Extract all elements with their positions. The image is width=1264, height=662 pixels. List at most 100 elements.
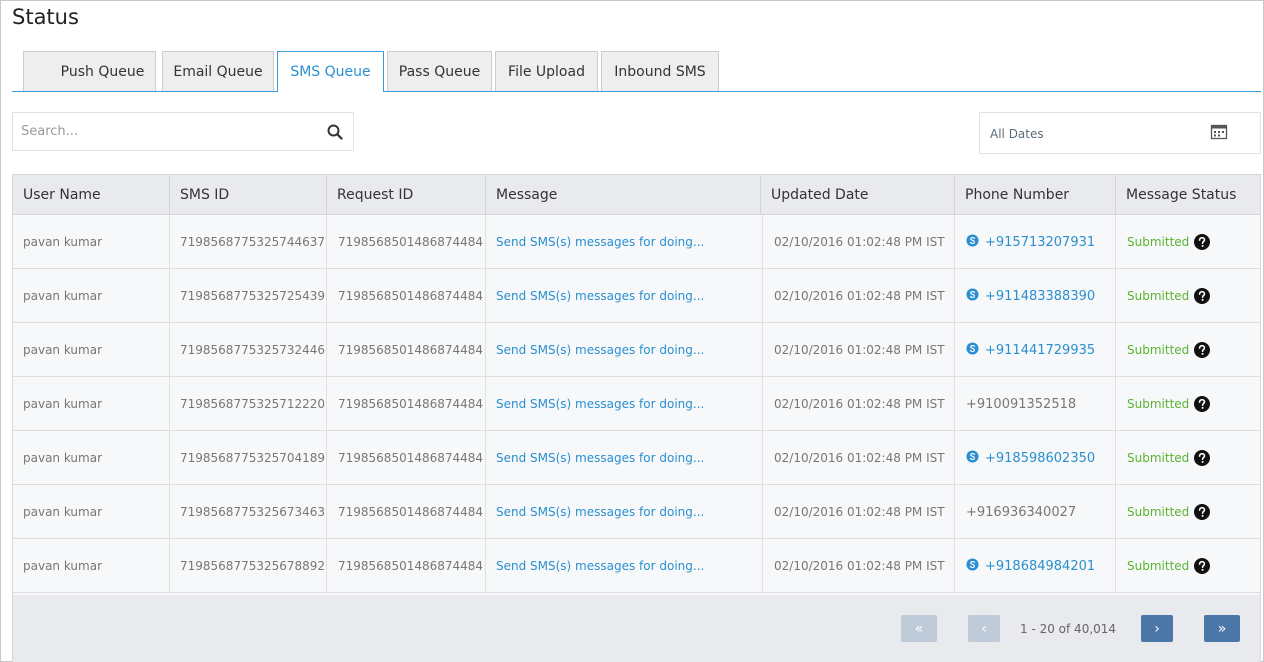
page-title: Status <box>12 5 79 29</box>
cell-message-link[interactable]: Send SMS(s) messages for doing... <box>486 269 763 323</box>
help-icon[interactable] <box>1194 558 1210 574</box>
column-header-updated-date[interactable]: Updated Date <box>761 175 955 215</box>
cell-message-link[interactable]: Send SMS(s) messages for doing... <box>486 431 763 485</box>
cell-updated-date: 02/10/2016 01:02:48 PM IST <box>763 539 955 593</box>
cell-updated-date: 02/10/2016 01:02:48 PM IST <box>763 485 955 539</box>
cell-message-link[interactable]: Send SMS(s) messages for doing... <box>486 485 763 539</box>
sms-queue-table: User Name SMS ID Request ID Message Upda… <box>12 174 1261 662</box>
cell-user-name: pavan kumar <box>13 431 170 485</box>
table-row[interactable]: pavan kumar 7198568775325725439 71985685… <box>13 269 1260 323</box>
table-body: pavan kumar 7198568775325744637 71985685… <box>13 215 1260 595</box>
cell-sms-id: 7198568775325732446 <box>170 323 327 377</box>
help-icon[interactable] <box>1194 450 1210 466</box>
first-page-button[interactable]: « <box>901 615 937 642</box>
cell-user-name: pavan kumar <box>13 215 170 269</box>
cell-message-link[interactable]: Send SMS(s) messages for doing... <box>486 323 763 377</box>
cell-sms-id: 7198568775325712220 <box>170 377 327 431</box>
cell-updated-date: 02/10/2016 01:02:48 PM IST <box>763 323 955 377</box>
table-row[interactable]: pavan kumar 7198568775325732446 71985685… <box>13 323 1260 377</box>
skype-call-icon[interactable] <box>966 234 979 247</box>
cell-request-id: 7198568501486874484 <box>327 323 486 377</box>
cell-sms-id: 7198568775325725439 <box>170 269 327 323</box>
column-header-phone-number[interactable]: Phone Number <box>955 175 1116 215</box>
table-row[interactable]: pavan kumar 7198568775325744637 71985685… <box>13 215 1260 269</box>
phone-number-link[interactable]: +915713207931 <box>985 235 1095 250</box>
tab-pass-queue[interactable]: Pass Queue <box>387 51 492 91</box>
cell-sms-id: 7198568775325704189 <box>170 431 327 485</box>
table-row[interactable]: pavan kumar 7198568775325704189 71985685… <box>13 431 1260 485</box>
help-icon[interactable] <box>1194 234 1210 250</box>
column-header-request-id[interactable]: Request ID <box>327 175 486 215</box>
tab-email-queue[interactable]: Email Queue <box>162 51 274 91</box>
status-badge: Submitted <box>1127 235 1190 249</box>
cell-updated-date: 02/10/2016 01:02:48 PM IST <box>763 431 955 485</box>
cell-user-name: pavan kumar <box>13 539 170 593</box>
app-window: Status Push Queue Email Queue SMS Queue … <box>0 0 1264 662</box>
date-filter-label: All Dates <box>990 127 1044 141</box>
status-badge: Submitted <box>1127 559 1190 573</box>
tab-label: File Upload <box>508 63 585 80</box>
cell-request-id: 7198568501486874484 <box>327 539 486 593</box>
search-box <box>12 112 354 151</box>
status-badge: Submitted <box>1127 451 1190 465</box>
help-icon[interactable] <box>1194 288 1210 304</box>
tab-sms-queue[interactable]: SMS Queue <box>277 51 384 92</box>
column-header-user-name[interactable]: User Name <box>13 175 170 215</box>
skype-call-icon[interactable] <box>966 288 979 301</box>
cell-message-link[interactable]: Send SMS(s) messages for doing... <box>486 539 763 593</box>
cell-phone-number[interactable]: +918598602350 <box>955 431 1116 485</box>
tab-inbound-sms[interactable]: Inbound SMS <box>601 51 719 91</box>
calendar-icon[interactable] <box>1210 123 1228 141</box>
tab-label: Email Queue <box>173 63 263 80</box>
queue-tabs: Push Queue Email Queue SMS Queue Pass Qu… <box>12 51 1261 92</box>
cell-message-status: Submitted <box>1116 269 1260 323</box>
tab-file-upload[interactable]: File Upload <box>495 51 598 91</box>
column-header-sms-id[interactable]: SMS ID <box>170 175 327 215</box>
cell-message-status: Submitted <box>1116 431 1260 485</box>
phone-number-text: +910091352518 <box>966 397 1077 412</box>
search-icon[interactable] <box>327 124 343 140</box>
cell-message-link[interactable]: Send SMS(s) messages for doing... <box>486 377 763 431</box>
table-row[interactable]: pavan kumar 7198568775325712220 71985685… <box>13 377 1260 431</box>
help-icon[interactable] <box>1194 342 1210 358</box>
next-page-button[interactable]: › <box>1141 615 1173 642</box>
cell-phone-number[interactable]: +911483388390 <box>955 269 1116 323</box>
phone-number-link[interactable]: +911441729935 <box>985 343 1095 358</box>
tab-label: Push Queue <box>60 63 145 80</box>
cell-phone-number[interactable]: +915713207931 <box>955 215 1116 269</box>
search-input[interactable] <box>13 113 313 150</box>
phone-number-link[interactable]: +918598602350 <box>985 451 1095 466</box>
last-page-button[interactable]: » <box>1204 615 1240 642</box>
phone-number-text: +916936340027 <box>966 505 1077 520</box>
tab-label: Inbound SMS <box>614 63 706 80</box>
cell-request-id: 7198568501486874484 <box>327 215 486 269</box>
skype-call-icon[interactable] <box>966 558 979 571</box>
cell-request-id: 7198568501486874484 <box>327 377 486 431</box>
cell-phone-number[interactable]: +911441729935 <box>955 323 1116 377</box>
pagination-info: 1 - 20 of 40,014 <box>1020 622 1117 636</box>
cell-sms-id: 7198568775325673463 <box>170 485 327 539</box>
cell-phone-number: +910091352518 <box>955 377 1116 431</box>
skype-call-icon[interactable] <box>966 450 979 463</box>
cell-phone-number[interactable]: +918684984201 <box>955 539 1116 593</box>
cell-message-status: Submitted <box>1116 215 1260 269</box>
previous-page-button[interactable]: ‹ <box>968 615 1000 642</box>
help-icon[interactable] <box>1194 504 1210 520</box>
cell-user-name: pavan kumar <box>13 377 170 431</box>
cell-message-link[interactable]: Send SMS(s) messages for doing... <box>486 215 763 269</box>
skype-call-icon[interactable] <box>966 342 979 355</box>
pagination-bar: « ‹ 1 - 20 of 40,014 › » <box>13 595 1260 662</box>
tab-push-queue[interactable]: Push Queue <box>23 51 156 91</box>
table-row[interactable]: pavan kumar 7198568775325678892 71985685… <box>13 539 1260 593</box>
phone-number-link[interactable]: +918684984201 <box>985 559 1095 574</box>
column-header-message[interactable]: Message <box>486 175 761 215</box>
date-filter[interactable]: All Dates <box>979 112 1261 154</box>
phone-number-link[interactable]: +911483388390 <box>985 289 1095 304</box>
table-row[interactable]: pavan kumar 7198568775325673463 71985685… <box>13 485 1260 539</box>
cell-user-name: pavan kumar <box>13 269 170 323</box>
cell-request-id: 7198568501486874484 <box>327 269 486 323</box>
help-icon[interactable] <box>1194 396 1210 412</box>
column-header-message-status[interactable]: Message Status <box>1116 175 1260 215</box>
cell-message-status: Submitted <box>1116 485 1260 539</box>
cell-updated-date: 02/10/2016 01:02:48 PM IST <box>763 377 955 431</box>
